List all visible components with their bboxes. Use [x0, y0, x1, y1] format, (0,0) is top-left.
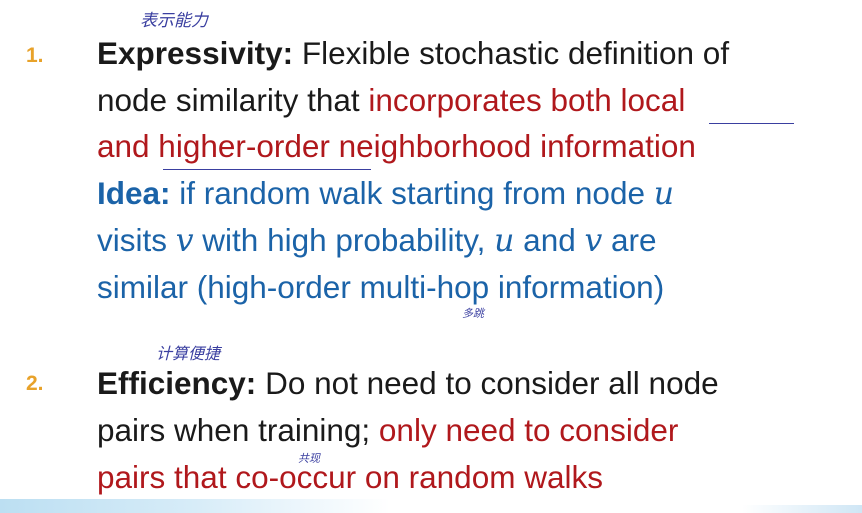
slide: 表示能力 1. Expressivity: Flexible stochasti… — [0, 0, 862, 513]
item2-line2: pairs when training; only need to consid… — [97, 411, 678, 449]
idea-line2: visits v with high probability, u and v … — [97, 221, 657, 260]
decorative-wave — [0, 499, 390, 513]
list-number-1: 1. — [26, 44, 44, 67]
idea-line2-b: with high probability, — [193, 222, 495, 258]
expressivity-title: Expressivity: — [97, 35, 294, 71]
efficiency-title: Efficiency: — [97, 365, 257, 401]
var-v-2: v — [584, 223, 603, 259]
annotation-multi-hop: 多跳 — [462, 307, 484, 320]
idea-line3: similar (high-order multi-hop informatio… — [97, 269, 665, 305]
idea-line2-d: are — [602, 222, 657, 258]
idea-line1-text: if random walk starting from node — [170, 175, 654, 211]
list-number-2: 2. — [26, 372, 44, 395]
item2-line1: Efficiency: Do not need to consider all … — [97, 364, 719, 402]
annotation-expressivity: 表示能力 — [140, 11, 208, 31]
underline-local — [709, 123, 794, 124]
idea-line2-c: and — [514, 222, 585, 258]
idea-line1: Idea: if random walk starting from node … — [97, 174, 674, 213]
item1-line2: node similarity that incorporates both l… — [97, 81, 685, 119]
item2-line3: pairs that co-occur on random walks — [97, 459, 603, 495]
item2-line1-text: Do not need to consider all node — [256, 365, 719, 401]
item1-line3: and higher-order neighborhood informatio… — [97, 128, 696, 164]
idea-label: Idea: — [97, 175, 171, 211]
item1-line2-highlight: incorporates both local — [368, 82, 686, 118]
var-v: v — [175, 223, 194, 259]
item1-line1: Expressivity: Flexible stochastic defini… — [97, 34, 729, 72]
idea-line2-a: visits — [97, 222, 176, 258]
annotation-efficiency: 计算便捷 — [156, 344, 221, 363]
item1-line2-text: node similarity that — [97, 82, 369, 118]
item2-line2-highlight: only need to consider — [378, 412, 679, 448]
underline-higher-order — [163, 169, 371, 170]
var-u: u — [653, 176, 675, 212]
item1-line1-text: Flexible stochastic definition of — [293, 35, 730, 71]
decorative-wave-right — [742, 505, 862, 513]
var-u-2: u — [494, 223, 515, 259]
item2-line2-text: pairs when training; — [97, 412, 379, 448]
